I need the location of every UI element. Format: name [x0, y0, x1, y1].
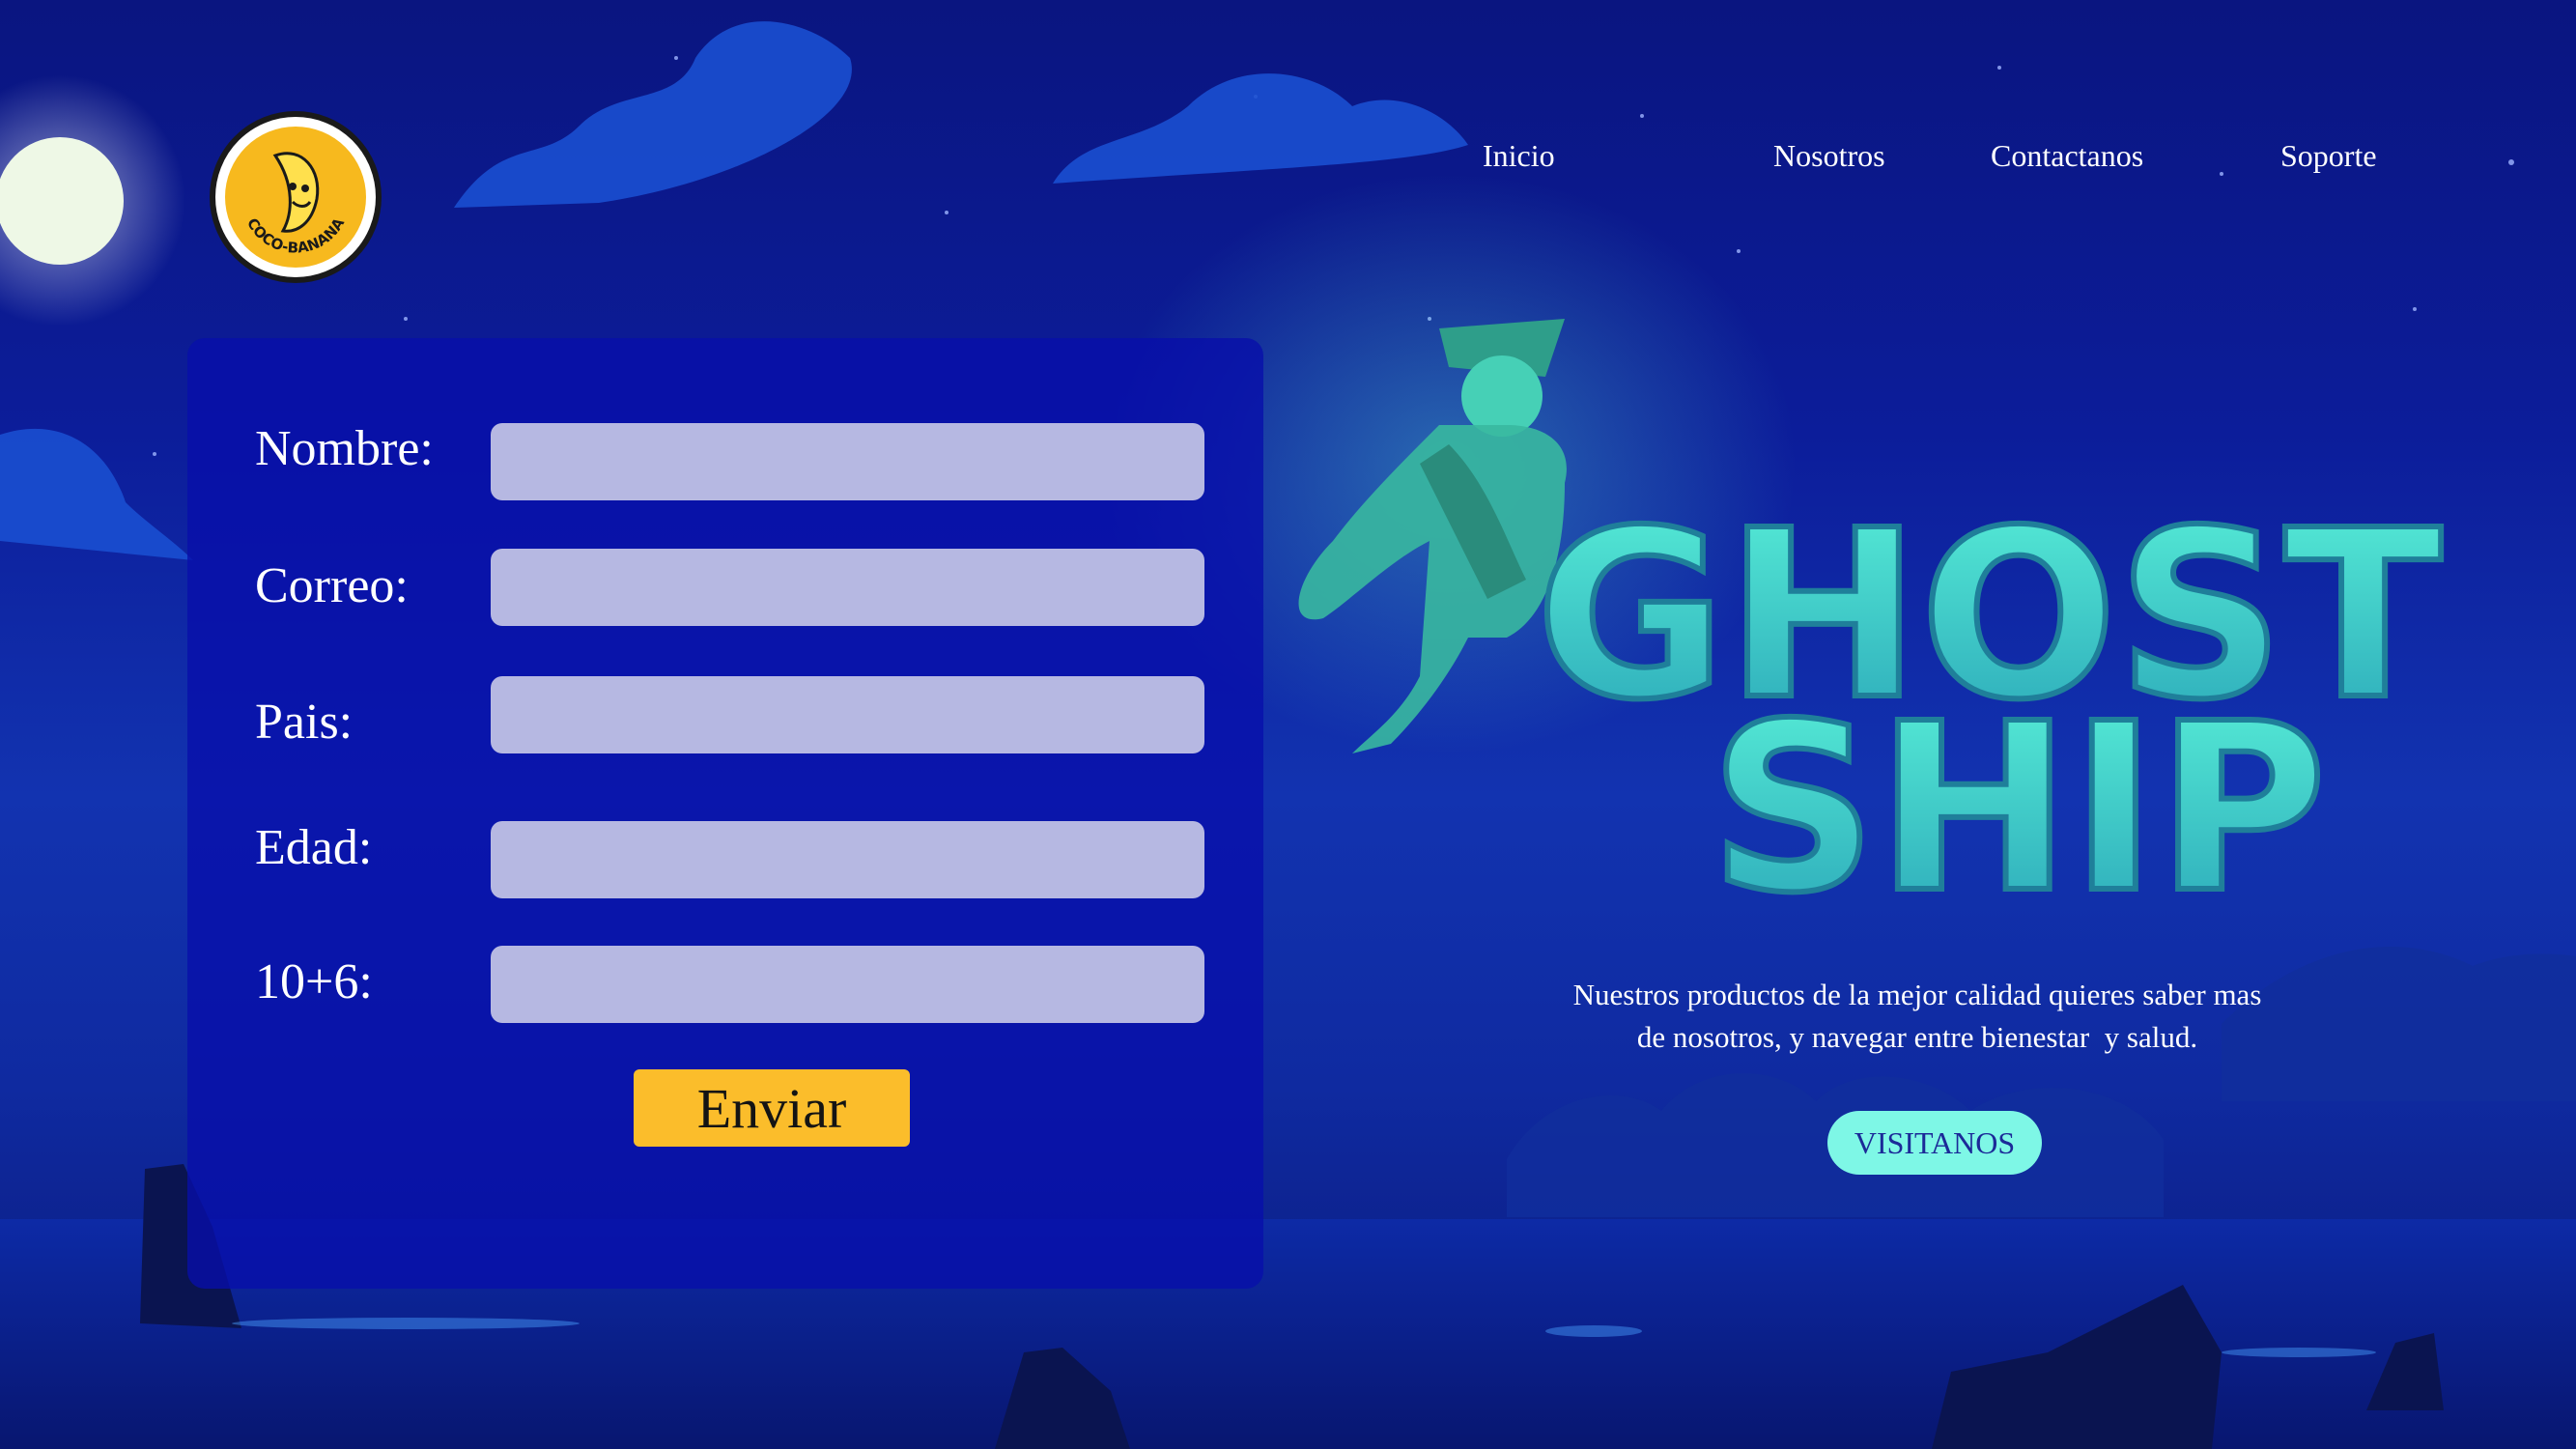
banana-mascot-icon: COCO-BANANA — [243, 152, 348, 257]
moon-icon — [0, 137, 124, 265]
nombre-input[interactable] — [491, 423, 1204, 500]
tagline-line2: de nosotros, y navegar entre bienestar y… — [1636, 1020, 2198, 1054]
nav-item-contactanos[interactable]: Contactanos — [1991, 138, 2143, 174]
hero-title-line2: SHIP — [1710, 673, 2327, 944]
landing-page: GHOST SHIP COCO-BANANA Inicio Nosotros C… — [0, 0, 2576, 1449]
field-label-captcha: 10+6: — [255, 954, 373, 1009]
field-label-pais: Pais: — [255, 695, 354, 750]
hero-tagline: Nuestros productos de la mejor calidad q… — [1507, 974, 2328, 1059]
field-label-edad: Edad: — [255, 820, 373, 875]
edad-input[interactable] — [491, 821, 1204, 898]
nav-item-inicio[interactable]: Inicio — [1483, 138, 1555, 174]
field-label-correo: Correo: — [255, 558, 409, 613]
enviar-button[interactable]: Enviar — [634, 1069, 910, 1147]
brand-logo[interactable]: COCO-BANANA — [210, 111, 382, 283]
visitanos-button[interactable]: VISITANOS — [1827, 1111, 2042, 1175]
correo-input[interactable] — [491, 549, 1204, 626]
captcha-input[interactable] — [491, 946, 1204, 1023]
contact-form: Nombre: Correo: Pais: Edad: 10+6: Enviar — [187, 338, 1263, 1289]
hero-title-art: GHOST SHIP — [1533, 477, 2445, 947]
tagline-line1: Nuestros productos de la mejor calidad q… — [1572, 978, 2262, 1011]
nav-item-nosotros[interactable]: Nosotros — [1773, 138, 1885, 174]
nav-item-soporte[interactable]: Soporte — [2280, 138, 2377, 174]
field-label-nombre: Nombre: — [255, 421, 434, 476]
pais-input[interactable] — [491, 676, 1204, 753]
